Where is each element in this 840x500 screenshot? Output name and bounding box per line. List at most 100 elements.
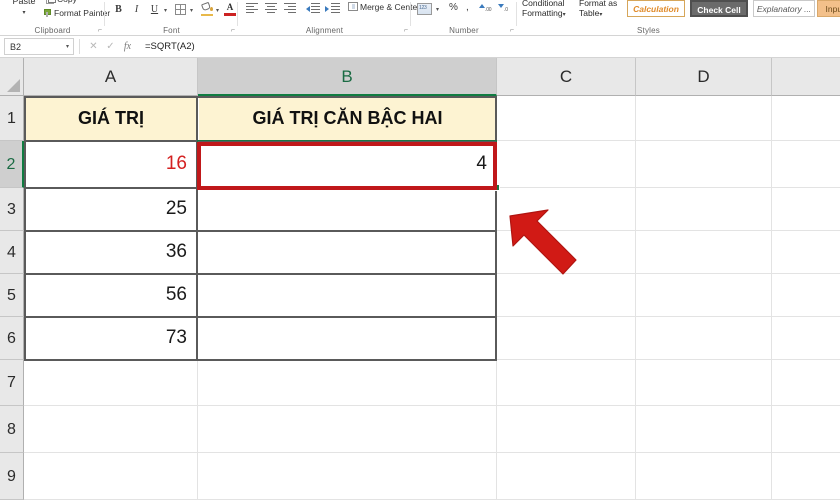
align-left-icon[interactable] xyxy=(245,3,259,15)
paste-button[interactable]: Paste ▾ xyxy=(6,0,42,19)
conditional-formatting-button[interactable]: Conditional Formatting▾ xyxy=(522,0,566,20)
row-header-8[interactable]: 8 xyxy=(0,406,24,453)
font-dialog-launcher-icon[interactable]: ⌐ xyxy=(231,27,235,34)
column-header-b[interactable]: B xyxy=(198,58,497,96)
style-check-cell[interactable]: Check Cell xyxy=(690,0,748,17)
inc-decimal-digits: .00 xyxy=(485,7,492,13)
increase-decimal-icon[interactable]: .00 xyxy=(479,3,495,15)
cell-b4[interactable] xyxy=(199,232,495,272)
dec-decimal-digits: .0 xyxy=(504,7,508,13)
font-color-icon[interactable]: A xyxy=(224,2,236,16)
alignment-group-label: Alignment xyxy=(305,26,344,35)
column-header-c[interactable]: C xyxy=(497,58,636,96)
select-all-button[interactable] xyxy=(0,58,24,96)
borders-caret-icon[interactable]: ▾ xyxy=(190,7,193,14)
alignment-dialog-launcher-icon[interactable]: ⌐ xyxy=(404,27,408,34)
formula-bar: B2 ▾ ✕ ✓ fx =SQRT(A2) xyxy=(0,36,840,58)
align-right-icon[interactable] xyxy=(283,3,297,15)
cell-b1[interactable]: GIÁ TRỊ CĂN BẬC HAI xyxy=(199,97,496,140)
cell-a1[interactable]: GIÁ TRỊ xyxy=(25,97,197,140)
column-header-d[interactable]: D xyxy=(636,58,772,96)
table-border-bottom xyxy=(24,359,497,361)
decrease-decimal-icon[interactable]: .0 xyxy=(498,3,514,15)
insert-function-icon[interactable]: fx xyxy=(119,41,136,52)
font-color-bar xyxy=(224,13,236,16)
ribbon: Paste ▾ Copy Format Painter Clipboard ⌐ … xyxy=(0,0,840,36)
format-as-table-line1: Format as xyxy=(579,0,618,8)
paste-label: Paste xyxy=(12,0,36,6)
table-border-row4 xyxy=(24,273,497,275)
cancel-formula-button[interactable]: ✕ xyxy=(85,41,102,52)
borders-icon[interactable] xyxy=(175,4,186,15)
number-format-icon[interactable] xyxy=(417,3,432,15)
conditional-formatting-line2: Formatting xyxy=(522,8,563,18)
clipboard-dialog-launcher-icon[interactable]: ⌐ xyxy=(98,27,102,34)
cf-caret-icon[interactable]: ▾ xyxy=(563,12,566,18)
increase-indent-icon[interactable] xyxy=(325,3,340,15)
cell-a2[interactable]: 16 xyxy=(25,142,195,186)
bold-button[interactable]: B xyxy=(111,2,126,17)
cell-a6[interactable]: 73 xyxy=(25,318,195,358)
paste-caret-icon[interactable]: ▾ xyxy=(6,8,42,19)
ribbon-group-font: B I U ▾ ▾ ▾ A Font ⌐ xyxy=(105,0,238,36)
cell-b3[interactable] xyxy=(199,189,495,229)
cell-b2[interactable]: 4 xyxy=(199,142,495,186)
row-header-3[interactable]: 3 xyxy=(0,188,24,231)
copy-icon xyxy=(46,0,56,4)
fill-color-icon[interactable] xyxy=(201,1,214,16)
row-header-1[interactable]: 1 xyxy=(0,96,24,141)
row-header-2[interactable]: 2 xyxy=(0,141,24,188)
style-explanatory[interactable]: Explanatory ... xyxy=(753,0,815,17)
table-border-top xyxy=(24,96,497,98)
ribbon-group-alignment: Merge & Center ▾ Alignment ⌐ xyxy=(238,0,428,36)
comma-style-button[interactable]: , xyxy=(466,2,469,13)
underline-button[interactable]: U xyxy=(147,2,162,17)
row-header-9[interactable]: 9 xyxy=(0,453,24,500)
format-painter-button[interactable]: Format Painter xyxy=(43,8,110,18)
excel-window: Paste ▾ Copy Format Painter Clipboard ⌐ … xyxy=(0,0,840,500)
table-border-left xyxy=(24,96,26,361)
table-border-right xyxy=(495,96,497,361)
column-header-a[interactable]: A xyxy=(24,58,198,96)
formula-bar-separator xyxy=(79,39,80,54)
align-center-icon[interactable] xyxy=(264,3,278,15)
copy-button[interactable]: Copy xyxy=(46,0,77,4)
italic-button[interactable]: I xyxy=(129,2,144,17)
row-header-5[interactable]: 5 xyxy=(0,274,24,317)
number-format-caret-icon[interactable]: ▾ xyxy=(436,6,439,13)
spreadsheet-grid: A B C D 1 2 3 4 5 6 7 8 9 GIÁ TRỊ GIÁ TR… xyxy=(0,58,840,500)
cell-a4[interactable]: 36 xyxy=(25,232,195,272)
style-calculation[interactable]: Calculation xyxy=(627,0,685,17)
name-box[interactable]: B2 ▾ xyxy=(4,38,74,55)
table-border-row5 xyxy=(24,316,497,318)
red-pointer-arrow xyxy=(500,198,600,288)
fat-caret-icon[interactable]: ▾ xyxy=(599,12,602,18)
row-header-4[interactable]: 4 xyxy=(0,231,24,274)
gridline xyxy=(24,405,840,406)
cell-b5[interactable] xyxy=(199,275,495,315)
arrow-icon xyxy=(509,209,577,275)
name-box-caret-icon[interactable]: ▾ xyxy=(66,43,69,50)
table-border-row1 xyxy=(24,140,497,142)
cell-a3[interactable]: 25 xyxy=(25,189,195,229)
gridline xyxy=(771,96,772,500)
decrease-indent-icon[interactable] xyxy=(305,3,320,15)
table-border-row2 xyxy=(24,187,497,189)
fill-color-bar xyxy=(201,13,213,16)
style-input[interactable]: Input xyxy=(817,0,840,17)
percent-style-button[interactable]: % xyxy=(449,2,458,13)
format-as-table-button[interactable]: Format as Table▾ xyxy=(579,0,617,20)
cell-a5[interactable]: 56 xyxy=(25,275,195,315)
formula-input[interactable]: =SQRT(A2) xyxy=(141,37,836,56)
cell-b6[interactable] xyxy=(199,318,495,358)
underline-caret-icon[interactable]: ▾ xyxy=(164,7,167,14)
fill-color-caret-icon[interactable]: ▾ xyxy=(216,7,219,14)
row-header-6[interactable]: 6 xyxy=(0,317,24,360)
merge-icon xyxy=(348,2,358,11)
column-header-e[interactable] xyxy=(772,58,840,96)
clipboard-group-label: Clipboard xyxy=(34,26,71,35)
gridline xyxy=(24,452,840,453)
font-color-a-glyph: A xyxy=(226,2,234,12)
enter-formula-button[interactable]: ✓ xyxy=(102,41,119,52)
row-header-7[interactable]: 7 xyxy=(0,360,24,406)
